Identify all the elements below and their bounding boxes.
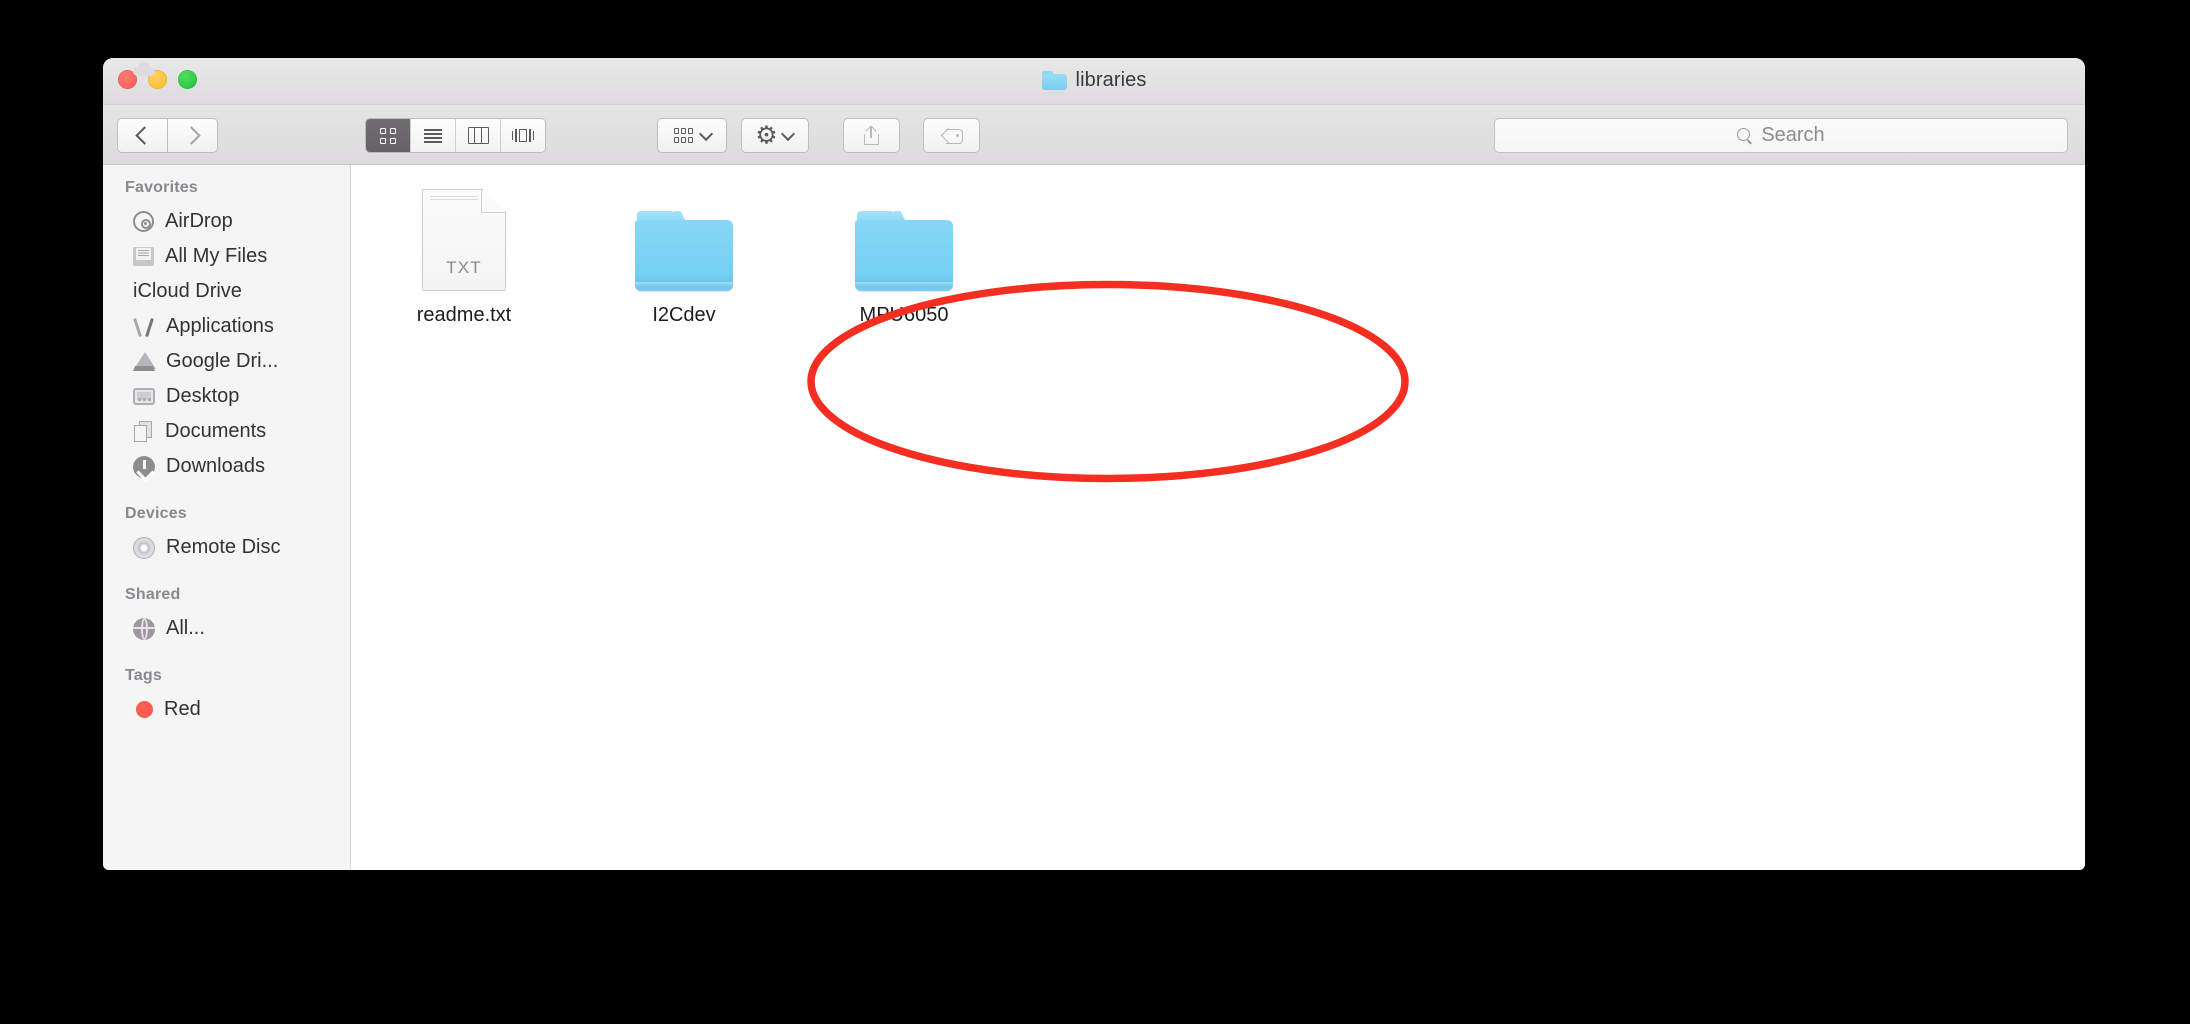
column-view-button[interactable] — [456, 119, 501, 152]
window-title-text: libraries — [1075, 69, 1147, 91]
chevron-left-icon — [134, 126, 154, 145]
sidebar-item-label: iCloud Drive — [133, 280, 242, 302]
file-item-mpu6050[interactable]: MPU6050 — [825, 187, 983, 327]
file-item-label: MPU6050 — [859, 304, 949, 326]
desktop-icon — [133, 388, 155, 405]
sidebar-item-documents[interactable]: Documents — [103, 414, 350, 449]
sidebar-item-label: Remote Disc — [166, 536, 281, 558]
add-tags-button[interactable] — [923, 118, 980, 153]
window-body: Favorites AirDrop All My Files iCloud Dr… — [103, 62, 2085, 870]
file-browser-content[interactable]: TXT readme.txt I2Cdev MPU6050 — [351, 165, 2085, 870]
search-icon — [1737, 128, 1753, 145]
sidebar-item-icloud-drive[interactable]: iCloud Drive — [103, 62, 350, 309]
grid-icon — [380, 127, 396, 144]
file-item-i2cdev[interactable]: I2Cdev — [605, 187, 763, 327]
file-icon-slot — [635, 187, 733, 291]
file-icon-slot: TXT — [422, 187, 506, 291]
navigation-buttons — [117, 118, 218, 153]
sidebar-item-airdrop[interactable]: AirDrop — [103, 204, 350, 239]
sidebar-item-google-drive[interactable]: Google Dri... — [103, 344, 350, 379]
file-icon-slot — [855, 187, 953, 291]
columns-icon — [467, 127, 489, 144]
sidebar-item-label: All My Files — [165, 245, 268, 267]
screen: libraries ⚙ Search Favorites AirDrop All… — [0, 0, 2190, 1024]
file-item-readme[interactable]: TXT readme.txt — [385, 187, 543, 327]
tag-icon — [940, 127, 963, 144]
sidebar-item-desktop[interactable]: Desktop — [103, 379, 350, 414]
window-title: libraries — [103, 69, 2085, 92]
sidebar-section-header-favorites: Favorites — [125, 179, 198, 196]
list-icon — [424, 128, 442, 143]
file-extension-label: TXT — [446, 258, 482, 277]
gear-icon — [757, 126, 776, 145]
search-placeholder: Search — [1761, 124, 1825, 146]
all-my-files-icon — [133, 247, 154, 266]
action-menu-button[interactable] — [741, 118, 809, 153]
sidebar-section-header-shared: Shared — [125, 586, 181, 603]
sidebar-item-label: AirDrop — [165, 210, 233, 232]
documents-icon — [133, 421, 154, 442]
sidebar-item-applications[interactable]: Applications — [103, 309, 350, 344]
sidebar-item-label: Red — [164, 698, 201, 720]
file-item-label: I2Cdev — [652, 304, 716, 326]
arrange-icon — [673, 128, 694, 143]
view-mode-group — [365, 118, 546, 153]
finder-toolbar: Search — [103, 105, 2085, 165]
chevron-down-icon — [780, 126, 796, 141]
cover-flow-view-button[interactable] — [501, 119, 545, 152]
coverflow-icon — [512, 128, 534, 143]
arrange-by-button[interactable] — [657, 118, 727, 153]
downloads-icon — [133, 455, 155, 478]
sidebar-section-header-tags: Tags — [125, 667, 162, 684]
sidebar-item-label: Google Dri... — [166, 350, 279, 372]
globe-icon — [133, 617, 155, 640]
share-button[interactable] — [843, 118, 900, 153]
disc-icon — [133, 536, 155, 559]
search-field[interactable]: Search — [1494, 118, 2068, 153]
window-titlebar: libraries — [103, 58, 2085, 105]
applications-icon — [133, 317, 155, 337]
forward-button[interactable] — [167, 118, 218, 153]
sidebar-item-label: Documents — [165, 420, 267, 442]
icon-view-button[interactable] — [366, 119, 411, 152]
share-icon — [864, 125, 879, 145]
sidebar-item-downloads[interactable]: Downloads — [103, 449, 350, 484]
sidebar-item-label: Downloads — [166, 455, 265, 477]
folder-icon — [855, 211, 953, 291]
sidebar-item-label: Applications — [166, 315, 274, 337]
icon-grid-items: TXT readme.txt I2Cdev MPU6050 — [351, 187, 2085, 327]
chevron-right-icon — [181, 126, 201, 145]
sidebar-item-tag-red[interactable]: Red — [103, 692, 350, 727]
sidebar-item-remote-disc[interactable]: Remote Disc — [103, 530, 350, 565]
sidebar-item-label: All... — [166, 617, 205, 639]
sidebar-item-all-my-files[interactable]: All My Files — [103, 239, 350, 274]
file-item-label: readme.txt — [416, 304, 512, 326]
sidebar: Favorites AirDrop All My Files iCloud Dr… — [103, 62, 351, 870]
chevron-down-icon — [698, 126, 713, 141]
google-drive-icon — [133, 352, 156, 371]
airdrop-icon — [133, 211, 154, 232]
text-file-icon: TXT — [422, 189, 506, 291]
red-tag-icon — [136, 701, 153, 718]
sidebar-item-all-shared[interactable]: All... — [103, 611, 350, 646]
back-button[interactable] — [117, 118, 167, 153]
folder-icon — [635, 211, 733, 291]
sidebar-item-label: Desktop — [166, 385, 240, 407]
folder-icon — [1041, 71, 1067, 90]
sidebar-section-header-devices: Devices — [125, 505, 187, 522]
finder-window: libraries ⚙ Search Favorites AirDrop All… — [103, 58, 2085, 870]
list-view-button[interactable] — [411, 119, 456, 152]
